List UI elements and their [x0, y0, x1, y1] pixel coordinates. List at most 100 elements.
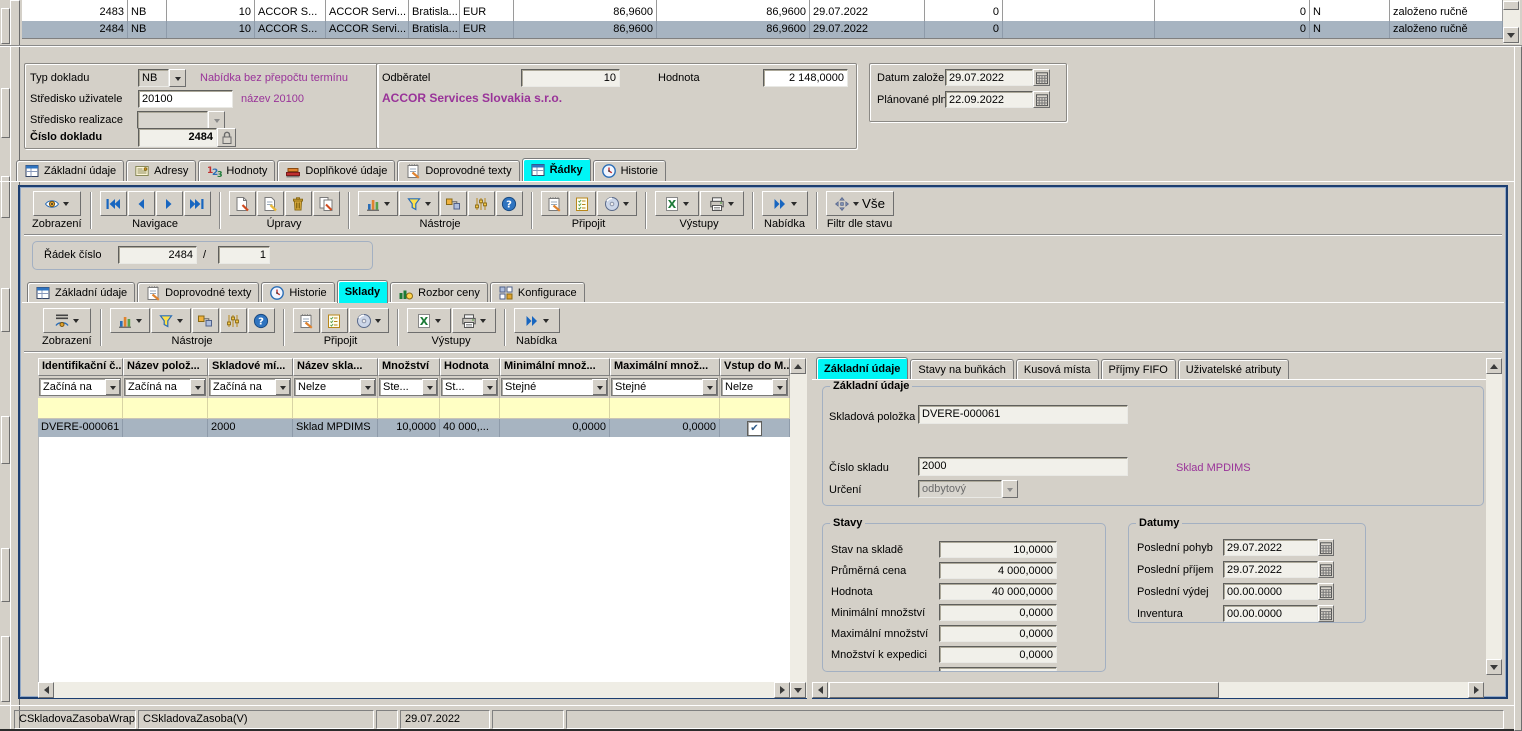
filter-dropdown-button[interactable]	[190, 379, 205, 395]
filter-combo[interactable]: Nelze	[294, 378, 376, 396]
hodnota-field[interactable]: 2 148,0000	[763, 69, 848, 87]
stock-table-quickfilter-row[interactable]	[38, 398, 790, 419]
scroll-up-button[interactable]	[790, 358, 806, 374]
posledni-prijem-calendar-button[interactable]	[1318, 561, 1334, 578]
detailtab-zakladni-udaje-selected[interactable]: Základní údaje	[816, 357, 908, 379]
scroll-left-button[interactable]	[812, 682, 828, 698]
stredisko-realizace-field[interactable]	[137, 111, 208, 129]
print-button[interactable]	[700, 191, 744, 216]
subtab-sklady-selected[interactable]: Sklady	[337, 280, 388, 303]
posledni-pohyb-calendar-button[interactable]	[1318, 539, 1334, 556]
prumerna-cena-field[interactable]: 4 000,0000	[939, 562, 1057, 579]
attach-media-button[interactable]	[349, 308, 389, 333]
scroll-down-button[interactable]	[790, 682, 806, 698]
first-record-button[interactable]	[100, 191, 127, 216]
posledni-vydej-field[interactable]: 00.00.0000	[1223, 583, 1318, 600]
datum-zalozeni-field[interactable]: 29.07.2022	[945, 69, 1033, 86]
detailtab-stavy-na-bunkach[interactable]: Stavy na buňkách	[910, 359, 1013, 379]
filter-combo[interactable]: Ste...	[379, 378, 438, 396]
stock-table-hscrollbar[interactable]	[38, 682, 790, 698]
filter-button[interactable]	[151, 308, 191, 333]
column-header[interactable]: Název skla...	[293, 358, 378, 376]
detailtab-kusova-mista[interactable]: Kusová místa	[1016, 359, 1099, 379]
scroll-up-button[interactable]	[1486, 358, 1502, 374]
settings-button[interactable]	[220, 308, 247, 333]
column-header[interactable]: Minimální množ...	[500, 358, 610, 376]
attach-note-button[interactable]	[293, 308, 320, 333]
excel-export-button[interactable]: X	[407, 308, 451, 333]
excel-export-button[interactable]: X	[655, 191, 699, 216]
subtab-rozbor-ceny[interactable]: Rozbor ceny	[390, 282, 488, 303]
settings-button[interactable]	[468, 191, 495, 216]
stock-row-selected[interactable]: DVERE-000061 2000 Sklad MPDIMS 10,0000 4…	[38, 419, 790, 437]
scroll-right-button[interactable]	[774, 682, 790, 698]
datum-zalozeni-calendar-button[interactable]	[1033, 69, 1050, 86]
filter-combo[interactable]: Stejné	[501, 378, 608, 396]
column-header[interactable]: Název polož...	[123, 358, 208, 376]
posledni-prijem-field[interactable]: 29.07.2022	[1223, 561, 1318, 578]
delete-record-button[interactable]	[285, 191, 312, 216]
planovane-plneni-calendar-button[interactable]	[1033, 91, 1050, 108]
detail-vscrollbar[interactable]	[1486, 358, 1502, 675]
tab-radky-selected[interactable]: Řádky	[522, 158, 591, 181]
urceni-combo[interactable]: odbytový	[918, 480, 1002, 498]
filter-combo[interactable]: Začíná na	[124, 378, 206, 396]
column-header[interactable]: Množství	[378, 358, 440, 376]
tab-zakladni-udaje[interactable]: Základní údaje	[16, 160, 124, 181]
subtab-historie[interactable]: Historie	[261, 282, 334, 303]
column-header[interactable]: Hodnota	[440, 358, 500, 376]
help-button[interactable]: ?	[496, 191, 523, 216]
edit-record-button[interactable]	[257, 191, 284, 216]
scroll-down-button[interactable]	[1486, 659, 1502, 675]
attach-media-button[interactable]	[597, 191, 637, 216]
tab-hodnoty[interactable]: 123Hodnoty	[198, 160, 275, 181]
prev-record-button[interactable]	[128, 191, 155, 216]
last-record-button[interactable]	[184, 191, 211, 216]
subtab-konfigurace[interactable]: Konfigurace	[490, 282, 585, 303]
chart-tools-button[interactable]	[110, 308, 150, 333]
pane-splitter[interactable]	[807, 355, 812, 699]
rezervovano-field[interactable]: 0,0000	[939, 667, 1057, 672]
subtab-doprovodne-texty[interactable]: Doprovodné texty	[137, 282, 259, 303]
typ-dokladu-field[interactable]: NB	[138, 69, 169, 87]
column-header[interactable]: Vstup do M...	[720, 358, 790, 376]
filter-dropdown-button[interactable]	[360, 379, 375, 395]
filter-dropdown-button[interactable]	[772, 379, 787, 395]
scrollbar-thumb[interactable]	[1503, 1, 1519, 10]
filter-combo[interactable]: Nelze	[721, 378, 788, 396]
attach-list-button[interactable]	[569, 191, 596, 216]
inventura-field[interactable]: 00.00.0000	[1223, 605, 1318, 622]
tab-doprovodne-texty[interactable]: Doprovodné texty	[397, 160, 519, 181]
mnozstvi-k-expedici-field[interactable]: 0,0000	[939, 646, 1057, 663]
column-header[interactable]: Maximální množ...	[610, 358, 720, 376]
subtab-zakladni-udaje[interactable]: Základní údaje	[27, 282, 135, 303]
urceni-dropdown-button[interactable]	[1002, 480, 1018, 498]
tab-adresy[interactable]: Adresy	[126, 160, 196, 181]
filter-combo[interactable]: Začíná na	[209, 378, 291, 396]
grid-row-2484-selected[interactable]: 2484 NB 10 ACCOR S... ACCOR Servi... Bra…	[22, 21, 1503, 38]
cislo-dokladu-field[interactable]: 2484	[138, 128, 217, 147]
merge-button[interactable]	[192, 308, 219, 333]
detail-hscrollbar[interactable]	[812, 682, 1484, 698]
scrollbar-thumb[interactable]	[829, 682, 1219, 698]
tab-doplnkove-udaje[interactable]: Doplňkové údaje	[277, 160, 395, 181]
grid-vertical-scrollbar[interactable]	[1503, 0, 1520, 44]
hodnota-skladu-field[interactable]: 40 000,0000	[939, 583, 1057, 600]
filter-combo[interactable]: Stejné	[611, 378, 718, 396]
merge-button[interactable]	[440, 191, 467, 216]
stredisko-uzivatele-field[interactable]: 20100	[138, 90, 233, 108]
line-subnumber-field[interactable]: 1	[218, 246, 270, 264]
stock-table-vscrollbar[interactable]	[790, 358, 807, 698]
filter-dropdown-button[interactable]	[702, 379, 717, 395]
help-button[interactable]: ?	[248, 308, 275, 333]
copy-record-button[interactable]	[313, 191, 340, 216]
next-record-button[interactable]	[156, 191, 183, 216]
typ-dokladu-dropdown-button[interactable]	[169, 69, 186, 87]
scroll-down-button[interactable]	[1503, 27, 1519, 43]
filter-all-button[interactable]: Vše	[826, 191, 894, 216]
detailtab-uzivatelske-atributy[interactable]: Uživatelské atributy	[1178, 359, 1289, 379]
posledni-vydej-calendar-button[interactable]	[1318, 583, 1334, 600]
column-header[interactable]: Identifikační č...	[38, 358, 123, 376]
filter-dropdown-button[interactable]	[482, 379, 497, 395]
vstup-checkbox[interactable]: ✔	[747, 421, 762, 436]
